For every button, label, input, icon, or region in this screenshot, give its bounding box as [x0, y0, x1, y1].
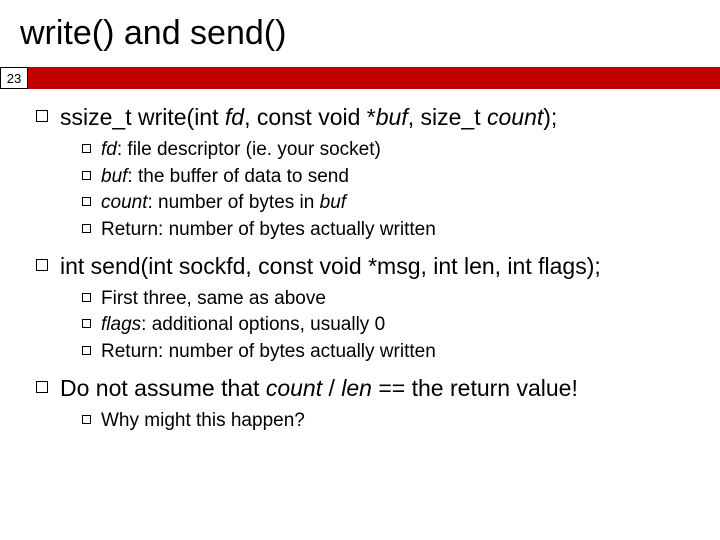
content-area: ssize_t write(int fd, const void *buf, s…	[20, 103, 700, 432]
subitem-text: Why might this happen?	[101, 409, 305, 433]
subitem-0-1: buf: the buffer of data to send	[82, 165, 694, 189]
subitem-1-2: Return: number of bytes actually written	[82, 340, 694, 364]
page-number: 23	[0, 67, 28, 89]
subitems: fd: file descriptor (ie. your socket) buf…	[82, 138, 694, 242]
subitem-1-0: First three, same as above	[82, 287, 694, 311]
subitem-text: First three, same as above	[101, 287, 326, 311]
square-bullet-icon	[82, 144, 91, 153]
square-bullet-icon	[36, 259, 48, 271]
subitems: Why might this happen?	[82, 409, 694, 433]
square-bullet-icon	[82, 171, 91, 180]
slide-title: write() and send()	[20, 14, 700, 53]
section-1: int send(int sockfd, const void *msg, in…	[36, 252, 694, 281]
section-heading: ssize_t write(int fd, const void *buf, s…	[60, 103, 557, 132]
section-heading: int send(int sockfd, const void *msg, in…	[60, 252, 601, 281]
subitem-text: Return: number of bytes actually written	[101, 218, 436, 242]
square-bullet-icon	[36, 110, 48, 122]
subitem-0-0: fd: file descriptor (ie. your socket)	[82, 138, 694, 162]
section-heading: Do not assume that count / len == the re…	[60, 374, 578, 403]
square-bullet-icon	[82, 293, 91, 302]
square-bullet-icon	[82, 224, 91, 233]
subitem-text: count: number of bytes in buf	[101, 191, 346, 215]
subitem-2-0: Why might this happen?	[82, 409, 694, 433]
square-bullet-icon	[82, 197, 91, 206]
subitem-text: buf: the buffer of data to send	[101, 165, 349, 189]
subitem-text: fd: file descriptor (ie. your socket)	[101, 138, 381, 162]
subitems: First three, same as aboveflags: additio…	[82, 287, 694, 364]
square-bullet-icon	[82, 319, 91, 328]
square-bullet-icon	[36, 381, 48, 393]
subitem-1-1: flags: additional options, usually 0	[82, 313, 694, 337]
accent-bar: 23	[0, 67, 720, 89]
subitem-text: flags: additional options, usually 0	[101, 313, 385, 337]
square-bullet-icon	[82, 346, 91, 355]
section-0: ssize_t write(int fd, const void *buf, s…	[36, 103, 694, 132]
square-bullet-icon	[82, 415, 91, 424]
subitem-0-2: count: number of bytes in buf	[82, 191, 694, 215]
section-2: Do not assume that count / len == the re…	[36, 374, 694, 403]
subitem-0-3: Return: number of bytes actually written	[82, 218, 694, 242]
slide: write() and send() 23 ssize_t write(int …	[0, 0, 720, 540]
subitem-text: Return: number of bytes actually written	[101, 340, 436, 364]
